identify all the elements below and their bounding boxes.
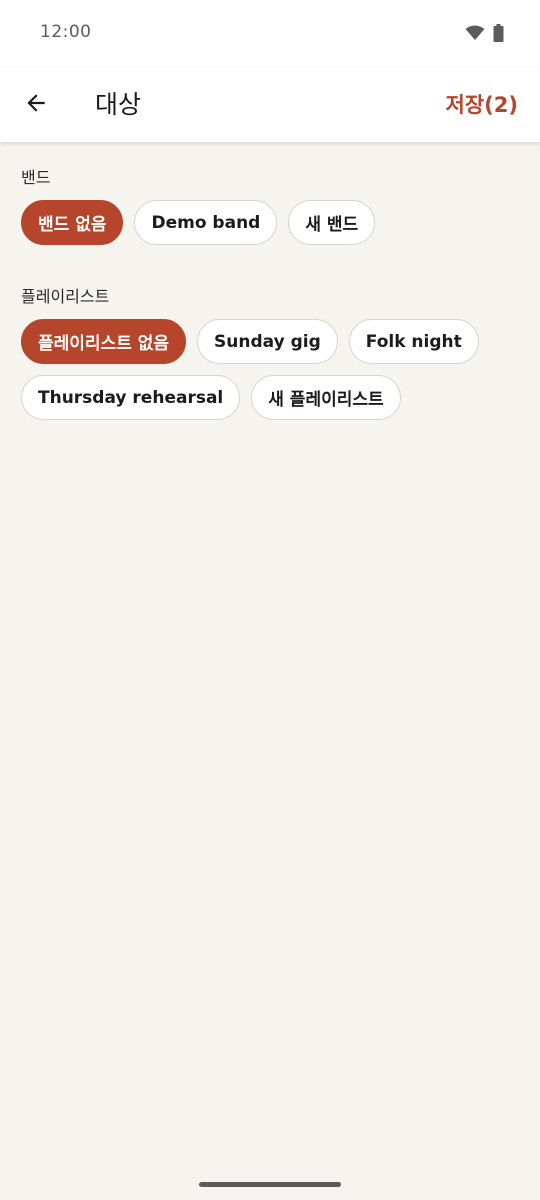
status-icons	[465, 24, 504, 46]
app-bar: 대상 저장(2)	[0, 68, 540, 142]
band-chip-row: 밴드 없음 Demo band 새 밴드	[21, 200, 376, 245]
chip-no-band[interactable]: 밴드 없음	[21, 200, 124, 245]
chip-folk-night[interactable]: Folk night	[348, 319, 479, 364]
save-button[interactable]: 저장(2)	[446, 88, 518, 122]
chip-new-band[interactable]: 새 밴드	[288, 200, 376, 245]
wifi-icon	[465, 25, 485, 45]
playlist-chip-row-2: Thursday rehearsal 새 플레이리스트	[21, 375, 401, 420]
chip-new-playlist[interactable]: 새 플레이리스트	[251, 375, 401, 420]
status-bar: 12:00	[0, 0, 540, 68]
chip-demo-band[interactable]: Demo band	[134, 200, 278, 245]
status-time: 12:00	[40, 22, 92, 42]
page-title: 대상	[95, 90, 142, 119]
playlist-section-label: 플레이리스트	[21, 287, 110, 306]
arrow-left-icon	[23, 90, 49, 120]
band-section-label: 밴드	[21, 168, 51, 187]
playlist-chip-row-1: 플레이리스트 없음 Sunday gig Folk night	[21, 319, 479, 364]
chip-thursday-rehearsal[interactable]: Thursday rehearsal	[21, 375, 241, 420]
home-indicator[interactable]	[199, 1182, 341, 1187]
chip-sunday-gig[interactable]: Sunday gig	[197, 319, 338, 364]
battery-icon	[493, 24, 504, 46]
chip-no-playlist[interactable]: 플레이리스트 없음	[21, 319, 187, 364]
back-button[interactable]	[14, 83, 58, 127]
